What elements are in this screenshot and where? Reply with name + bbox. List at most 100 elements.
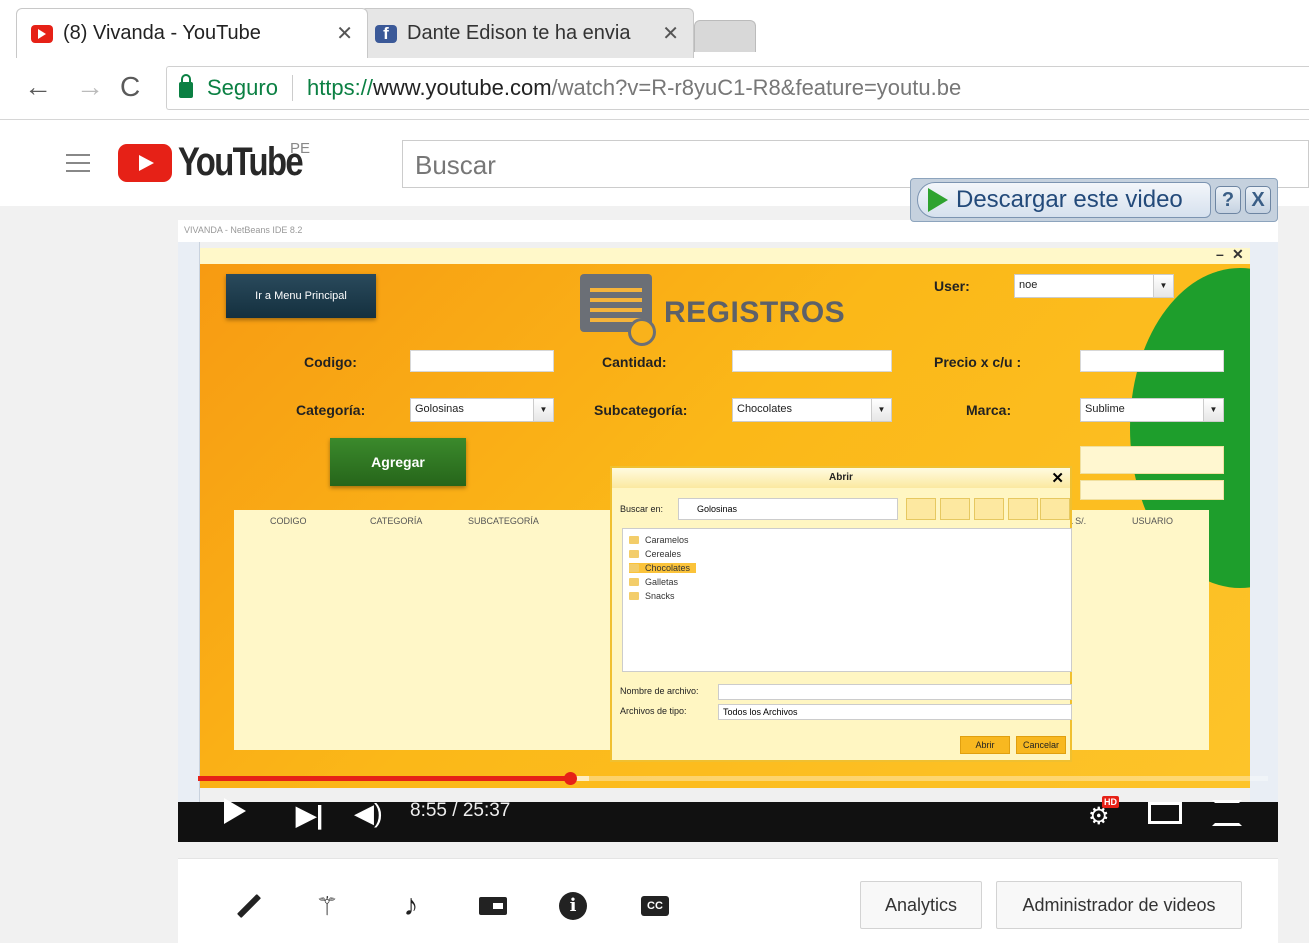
creator-toolbar: ⚚ ♪ i CC Analytics Administrador de vide…	[178, 858, 1278, 943]
close-icon: ✕	[1232, 248, 1244, 262]
menu-principal-button: Ir a Menu Principal	[226, 274, 376, 318]
extra-field	[1080, 480, 1224, 500]
help-icon[interactable]: ?	[1215, 186, 1241, 214]
precio-field	[1080, 350, 1224, 372]
registros-heading: REGISTROS	[664, 296, 846, 329]
url-path: /watch?v=R-r8yuC1-R8&feature=youtu.be	[551, 75, 962, 100]
cantidad-field	[732, 350, 892, 372]
tab-facebook[interactable]: f Dante Edison te ha envia ✕	[360, 8, 694, 58]
ide-title: VIVANDA - NetBeans IDE 8.2	[178, 220, 1278, 242]
chevron-down-icon: ▼	[533, 399, 553, 421]
close-overlay-icon[interactable]: X	[1245, 186, 1271, 214]
user-combo: noe ▼	[1014, 274, 1174, 298]
subcategoria-label: Subcategoría:	[594, 402, 688, 418]
new-folder-icon	[974, 498, 1004, 520]
back-arrow-icon[interactable]: ←	[24, 72, 52, 102]
windows-taskbar	[178, 802, 1278, 842]
folder-icon	[629, 564, 639, 572]
theater-mode-icon[interactable]	[1148, 802, 1182, 824]
list-item: Cereales	[629, 549, 681, 559]
marca-combo: Sublime ▼	[1080, 398, 1224, 422]
table-header-categoria: CATEGORÍA	[370, 516, 423, 526]
youtube-wordmark[interactable]: YouTube	[178, 140, 304, 185]
tab-youtube[interactable]: (8) Vivanda - YouTube ✕	[16, 8, 368, 58]
close-tab-icon[interactable]: ✕	[336, 21, 353, 46]
close-tab-icon[interactable]: ✕	[662, 21, 679, 46]
look-in-combo: Golosinas	[678, 498, 898, 520]
subcategoria-value: Chocolates	[737, 403, 793, 415]
forward-arrow-icon[interactable]: →	[76, 72, 104, 102]
download-video-button[interactable]: Descargar este video	[917, 182, 1211, 218]
codigo-field	[410, 350, 554, 372]
progress-bar[interactable]	[198, 772, 1268, 785]
time-display: 8:55 / 25:37	[410, 800, 511, 821]
info-icon[interactable]: i	[558, 891, 588, 921]
edit-pencil-icon[interactable]	[234, 891, 264, 921]
folder-list: Caramelos Cereales Chocolates Galletas S…	[622, 528, 1072, 672]
home-icon	[940, 498, 970, 520]
dialog-open-button: Abrir	[960, 736, 1010, 754]
table-header-usuario: USUARIO	[1132, 516, 1174, 526]
download-overlay: Descargar este video ? X	[910, 178, 1278, 222]
ide-right-panel	[1250, 242, 1278, 802]
lock-icon	[179, 74, 193, 98]
folder-icon	[629, 536, 639, 544]
abrir-dialog: Abrir ✕ Buscar en: Golosinas Caramelos C…	[610, 466, 1072, 762]
filetype-label: Archivos de tipo:	[620, 706, 687, 716]
cantidad-label: Cantidad:	[602, 354, 667, 370]
secure-label: Seguro	[207, 75, 278, 100]
play-icon[interactable]	[224, 798, 246, 824]
new-tab-button[interactable]	[694, 20, 756, 52]
info-glyph: i	[559, 892, 587, 920]
hd-badge: HD	[1102, 796, 1119, 808]
user-label: User:	[934, 278, 970, 294]
registros-app-window: – ✕ Ir a Menu Principal REGISTROS User: …	[200, 248, 1250, 788]
close-icon: ✕	[1051, 470, 1064, 487]
codigo-label: Codigo:	[304, 354, 357, 370]
played-fill	[198, 776, 571, 781]
chevron-down-icon: ▼	[871, 399, 891, 421]
folder-name: Chocolates	[645, 563, 691, 573]
browser-tab-strip: (8) Vivanda - YouTube ✕ f Dante Edison t…	[0, 0, 1309, 58]
filetype-combo: Todos los Archivos	[718, 704, 1072, 720]
volume-icon[interactable]: ◀)	[354, 798, 383, 829]
categoria-value: Golosinas	[415, 403, 464, 415]
url-host: www.youtube.com	[373, 75, 552, 100]
app-title-bar: – ✕	[200, 248, 1250, 264]
list-item: Galletas	[629, 577, 678, 587]
tab-title: (8) Vivanda - YouTube	[63, 22, 261, 44]
marca-value: Sublime	[1085, 403, 1125, 415]
minimize-icon: –	[1216, 248, 1224, 262]
up-folder-icon	[906, 498, 936, 520]
reload-icon[interactable]: C	[120, 72, 140, 102]
list-item-selected: Chocolates	[629, 563, 697, 573]
enhancements-wand-icon[interactable]: ⚚	[312, 891, 342, 921]
fullscreen-icon[interactable]	[1212, 800, 1242, 826]
youtube-logo-icon[interactable]	[118, 144, 172, 182]
folder-name: Galletas	[645, 577, 679, 587]
chevron-down-icon: ▼	[1203, 399, 1223, 421]
ide-side-panel	[178, 242, 200, 802]
list-view-icon	[1008, 498, 1038, 520]
categoria-label: Categoría:	[296, 402, 366, 418]
video-manager-button[interactable]: Administrador de videos	[996, 881, 1242, 929]
subtitles-cc-icon[interactable]: CC	[640, 891, 670, 921]
table-header-codigo: CODIGO	[270, 516, 307, 526]
country-code: PE	[290, 140, 311, 157]
marca-label: Marca:	[966, 402, 1012, 418]
audio-music-icon[interactable]: ♪	[396, 889, 426, 922]
facebook-icon: f	[375, 24, 397, 43]
address-bar[interactable]: Seguro https:// www.youtube.com /watch?v…	[166, 66, 1309, 110]
folder-name: Cereales	[645, 549, 682, 559]
next-icon[interactable]: ▶|	[296, 800, 323, 831]
browser-toolbar: ← → C Seguro https:// www.youtube.com /w…	[0, 58, 1309, 120]
look-in-label: Buscar en:	[620, 504, 664, 514]
analytics-button[interactable]: Analytics	[860, 881, 982, 929]
annotations-card-icon[interactable]	[478, 891, 508, 921]
registros-icon	[580, 274, 656, 346]
menu-icon[interactable]	[66, 154, 90, 172]
video-player[interactable]: VIVANDA - NetBeans IDE 8.2 – ✕ Ir a Menu…	[178, 220, 1278, 842]
user-value: noe	[1019, 279, 1038, 291]
look-in-value: Golosinas	[697, 504, 738, 514]
folder-icon	[629, 592, 639, 600]
